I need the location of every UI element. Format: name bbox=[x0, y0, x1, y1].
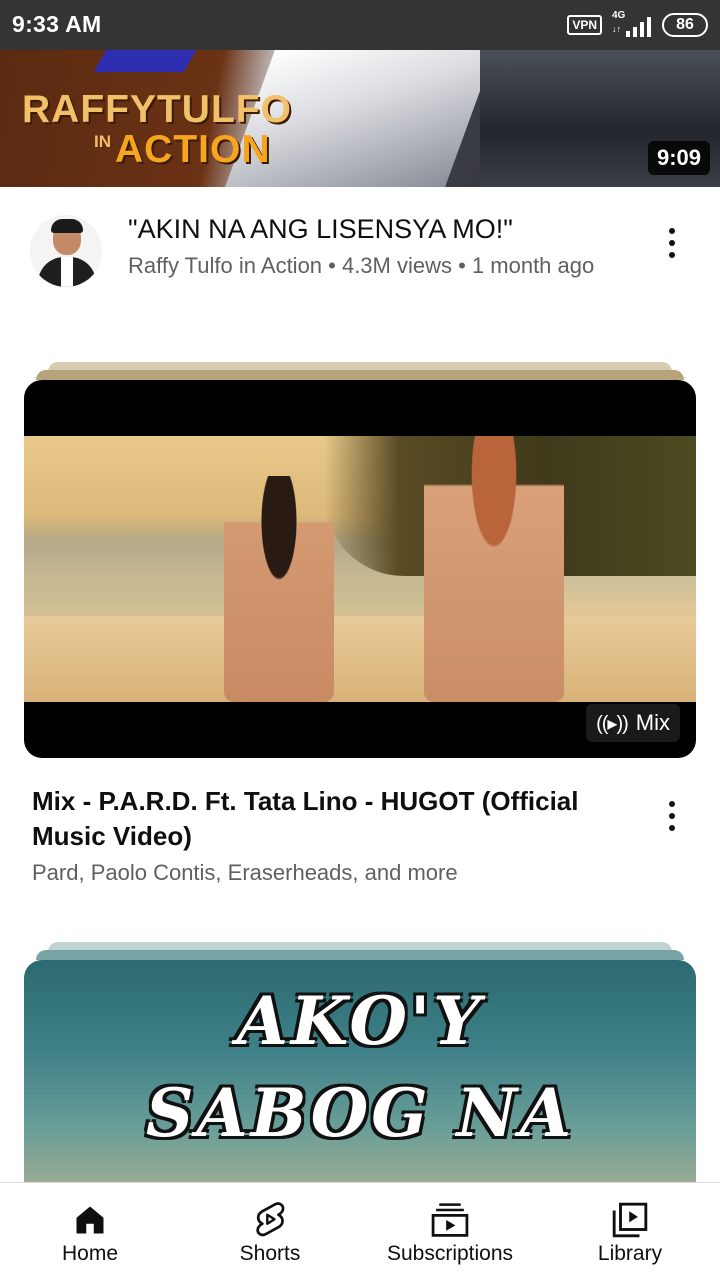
logo-text: ACTION bbox=[115, 128, 271, 171]
radio-broadcast-icon: ((▸)) bbox=[596, 712, 629, 735]
channel-logo: RAFFYTULFO IN ACTION bbox=[22, 90, 292, 170]
video-thumbnail[interactable]: RAFFYTULFO IN ACTION 9:09 bbox=[0, 50, 720, 187]
playlist-stack-edge bbox=[36, 370, 684, 380]
video-meta: "AKIN NA ANG LISENSYA MO!" Raffy Tulfo i… bbox=[0, 205, 720, 315]
nav-label: Shorts bbox=[239, 1242, 301, 1265]
nav-label: Subscriptions bbox=[386, 1242, 514, 1265]
network-type: 4G bbox=[612, 10, 626, 21]
network-indicator: 4G ↓↑ bbox=[612, 10, 652, 38]
playlist-stack-edge bbox=[36, 950, 684, 960]
mix-thumbnail[interactable]: ((▸)) Mix bbox=[24, 380, 696, 758]
data-arrows-icon: ↓↑ bbox=[612, 24, 621, 34]
thumbnail-scene bbox=[93, 50, 197, 72]
mix-badge-label: Mix bbox=[635, 710, 670, 735]
signal-icon bbox=[626, 17, 651, 37]
status-bar: 9:33 AM VPN 4G ↓↑ 86 bbox=[0, 0, 720, 50]
nav-library[interactable]: Library bbox=[540, 1183, 720, 1280]
video-subtitle: Raffy Tulfo in Action • 4.3M views • 1 m… bbox=[128, 253, 595, 278]
status-icons: VPN 4G ↓↑ 86 bbox=[567, 10, 708, 38]
mix-subtitle: Pard, Paolo Contis, Eraserheads, and mor… bbox=[32, 860, 458, 885]
logo-text: IN bbox=[94, 132, 111, 151]
nav-subscriptions[interactable]: Subscriptions bbox=[360, 1183, 540, 1280]
nav-home[interactable]: Home bbox=[0, 1183, 180, 1280]
nav-shorts[interactable]: Shorts bbox=[180, 1183, 360, 1280]
shorts-icon bbox=[250, 1200, 290, 1240]
thumbnail-text: SABOG NA bbox=[145, 1074, 575, 1152]
thumbnail-scene bbox=[24, 436, 696, 702]
battery-indicator: 86 bbox=[662, 13, 708, 37]
mix-badge: ((▸)) Mix bbox=[586, 704, 680, 742]
home-icon bbox=[70, 1200, 110, 1240]
mix-thumbnail[interactable]: AKO'Y SABOG NA bbox=[24, 960, 696, 1220]
status-time: 9:33 AM bbox=[12, 11, 102, 37]
logo-text: RAFFYTULFO bbox=[22, 88, 292, 131]
more-options-icon[interactable] bbox=[657, 796, 687, 836]
video-duration-badge: 9:09 bbox=[647, 141, 710, 175]
vpn-badge: VPN bbox=[567, 15, 602, 35]
more-options-icon[interactable] bbox=[657, 223, 687, 263]
video-title[interactable]: "AKIN NA ANG LISENSYA MO!" bbox=[128, 213, 638, 245]
nav-label: Home bbox=[61, 1242, 119, 1265]
mix-title[interactable]: Mix - P.A.R.D. Ft. Tata Lino - HUGOT (Of… bbox=[32, 784, 632, 854]
subscriptions-icon bbox=[430, 1200, 470, 1240]
bottom-navigation: Home Shorts Subscriptions Library bbox=[0, 1182, 720, 1280]
channel-avatar[interactable] bbox=[30, 215, 102, 287]
nav-label: Library bbox=[597, 1242, 663, 1265]
thumbnail-text: AKO'Y bbox=[236, 982, 484, 1060]
library-icon bbox=[610, 1200, 650, 1240]
